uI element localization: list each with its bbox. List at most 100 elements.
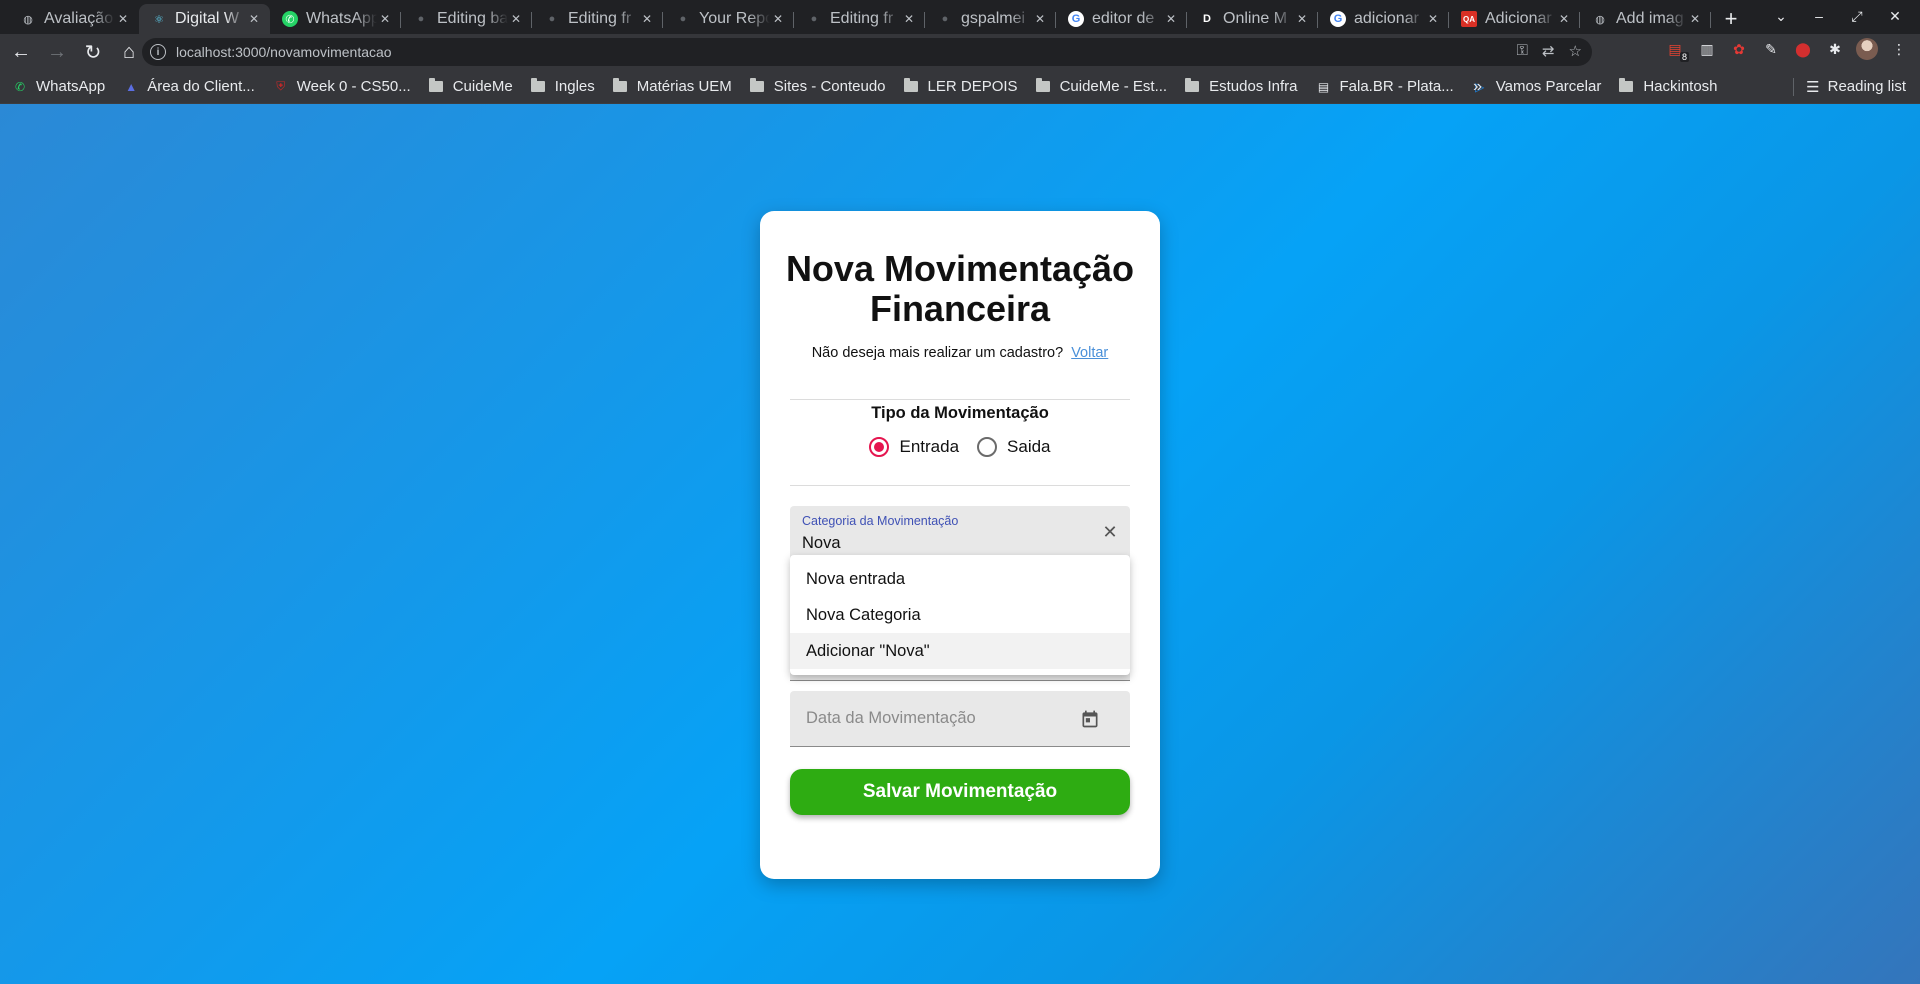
github-icon: ●	[810, 13, 818, 25]
minimize-icon[interactable]: –	[1802, 4, 1836, 28]
folder-icon	[612, 78, 627, 92]
folder-icon	[1619, 78, 1634, 92]
save-button[interactable]: Salvar Movimentação	[790, 769, 1130, 815]
bookmark-label: Área do Client...	[147, 78, 255, 95]
todoist-extension-icon[interactable]: ▤ 8	[1664, 38, 1689, 62]
bookmark-item[interactable]: Ingles	[530, 78, 595, 95]
tipo-label: Tipo da Movimentação	[871, 404, 1049, 422]
lastpass-extension-icon[interactable]: ⬤	[1792, 38, 1814, 60]
bookmark-item[interactable]: ⛨ Week 0 - CS50...	[273, 78, 410, 95]
page-viewport: Nova Movimentação Financeira Não deseja …	[0, 104, 1920, 984]
pen-extension-icon[interactable]: ✎	[1760, 38, 1782, 60]
close-tab-icon[interactable]: ✕	[1163, 12, 1179, 26]
bookmark-item[interactable]: CuideMe - Est...	[1035, 78, 1168, 95]
option-item[interactable]: Nova Categoria	[790, 597, 1130, 633]
google-icon: G	[1068, 11, 1084, 27]
browser-tab[interactable]: Gadicionar ✕	[1318, 4, 1449, 34]
data-field[interactable]: Data da Movimentação	[790, 691, 1130, 747]
extensions-area: ▤ 8 ▥ ✿ ✎ ⬤ ✱ ⋮	[1664, 38, 1910, 62]
close-tab-icon[interactable]: ✕	[1556, 12, 1572, 26]
forward-icon[interactable]: →	[42, 37, 72, 67]
bookmark-item[interactable]: Hackintosh	[1619, 78, 1718, 95]
categoria-options-listbox: Nova entrada Nova Categoria Adicionar "N…	[790, 555, 1130, 675]
bookmark-item[interactable]: ✆ WhatsApp	[12, 78, 105, 95]
browser-tab[interactable]: ◍ Avaliação ✕	[8, 4, 139, 34]
tab-search-icon[interactable]: ⌄	[1764, 4, 1798, 28]
browser-tab[interactable]: D Online M ✕	[1187, 4, 1318, 34]
option-item[interactable]: Nova entrada	[790, 561, 1130, 597]
close-tab-icon[interactable]: ✕	[246, 12, 262, 26]
key-icon[interactable]: ⚿	[1517, 42, 1528, 60]
browser-tab[interactable]: Geditor de ✕	[1056, 4, 1187, 34]
star-icon[interactable]: ☆	[1569, 42, 1582, 60]
page-title: Nova Movimentação Financeira	[785, 248, 1135, 329]
bookmarks-overflow-icon[interactable]: »	[1473, 78, 1482, 96]
bookmark-item[interactable]: ▷ Vamos Parcelar	[1472, 78, 1602, 95]
radio-unchecked-icon[interactable]	[977, 437, 998, 457]
close-tab-icon[interactable]: ✕	[1032, 12, 1048, 26]
radio-checked-icon[interactable]	[869, 437, 890, 457]
radio-entrada[interactable]: Entrada	[869, 437, 959, 457]
browser-tab[interactable]: ● gspalmei ✕	[925, 4, 1056, 34]
bookmark-item[interactable]: Matérias UEM	[612, 78, 732, 95]
close-tab-icon[interactable]: ✕	[901, 12, 917, 26]
categoria-autocomplete[interactable]: Categoria da Movimentação Nova ✕	[790, 506, 1130, 562]
close-tab-icon[interactable]: ✕	[1294, 12, 1310, 26]
bookmark-item[interactable]: LER DEPOIS	[903, 78, 1018, 95]
tab-title: Avaliação	[44, 10, 114, 27]
bookmark-item[interactable]: Sites - Conteudo	[749, 78, 886, 95]
bookmark-item[interactable]: ▤ Fala.BR - Plata...	[1316, 78, 1454, 95]
red-extension-icon[interactable]: ✿	[1728, 38, 1750, 60]
close-tab-icon[interactable]: ✕	[1425, 12, 1441, 26]
qa-icon: QA	[1461, 11, 1477, 27]
browser-tab[interactable]: ● Your Repo ✕	[663, 4, 794, 34]
profile-avatar[interactable]	[1856, 38, 1878, 60]
browser-tab[interactable]: QA Adicionar ✕	[1449, 4, 1580, 34]
tab-strip: ◍ Avaliação ✕ ⚛ Digital W ✕ ✆ WhatsApp ✕ ● Editing…	[0, 0, 1920, 34]
address-bar[interactable]: i localhost:3000/novamovimentacao ⚿ ⇄ ☆	[142, 38, 1592, 66]
restore-icon[interactable]: ⤢	[1840, 4, 1874, 28]
browser-tab[interactable]: ✆ WhatsApp ✕	[270, 4, 401, 34]
close-tab-icon[interactable]: ✕	[115, 12, 131, 26]
radio-saida[interactable]: Saida	[977, 437, 1051, 457]
option-item-add[interactable]: Adicionar "Nova"	[790, 633, 1130, 669]
browser-tab[interactable]: ◍ Add imag ✕	[1580, 4, 1711, 34]
browser-tab[interactable]: ⚛ Digital W ✕	[139, 4, 270, 34]
folder-icon	[530, 78, 545, 92]
back-link[interactable]: Voltar	[1071, 345, 1108, 361]
close-window-icon[interactable]: ✕	[1878, 4, 1912, 28]
translate-icon[interactable]: ⇄	[1542, 42, 1555, 60]
clear-icon[interactable]: ✕	[1100, 522, 1120, 542]
bookmark-item[interactable]: CuideMe	[428, 78, 513, 95]
site-info-icon[interactable]: i	[150, 44, 166, 60]
folder-icon	[1035, 78, 1050, 92]
reading-list-button[interactable]: ☰ Reading list	[1793, 77, 1906, 96]
calendar-icon[interactable]	[1080, 709, 1100, 729]
reload-icon[interactable]: ↻	[78, 37, 108, 67]
bookmark-label: CuideMe	[452, 78, 513, 95]
home-icon[interactable]: ⌂	[114, 37, 144, 67]
bookmark-item[interactable]: ▲ Área do Client...	[123, 78, 255, 95]
close-tab-icon[interactable]: ✕	[1687, 12, 1703, 26]
close-tab-icon[interactable]: ✕	[770, 12, 786, 26]
whatsapp-icon: ✆	[282, 11, 298, 27]
notes-extension-icon[interactable]: ▥	[1696, 38, 1718, 60]
address-url[interactable]: localhost:3000/novamovimentacao	[176, 44, 392, 60]
menu-kebab-icon[interactable]: ⋮	[1888, 38, 1910, 60]
close-tab-icon[interactable]: ✕	[639, 12, 655, 26]
bookmark-label: Estudos Infra	[1209, 78, 1298, 95]
bookmark-label: Vamos Parcelar	[1495, 78, 1602, 95]
bookmark-item[interactable]: Estudos Infra	[1185, 78, 1298, 95]
tipo-radio-group: Entrada Saida	[760, 437, 1160, 457]
doc-icon: ▤	[1317, 79, 1330, 94]
browser-tab[interactable]: ● Editing fr ✕	[794, 4, 925, 34]
browser-tab[interactable]: ● Editing ba ✕	[401, 4, 532, 34]
categoria-input[interactable]: Nova	[802, 534, 841, 553]
close-tab-icon[interactable]: ✕	[377, 12, 393, 26]
extensions-puzzle-icon[interactable]: ✱	[1824, 38, 1846, 60]
browser-tab[interactable]: ● Editing fr ✕	[532, 4, 663, 34]
new-tab-button[interactable]: +	[1711, 4, 1751, 34]
back-icon[interactable]: ←	[6, 37, 36, 67]
close-tab-icon[interactable]: ✕	[508, 12, 524, 26]
bookmark-label: CuideMe - Est...	[1059, 78, 1168, 95]
